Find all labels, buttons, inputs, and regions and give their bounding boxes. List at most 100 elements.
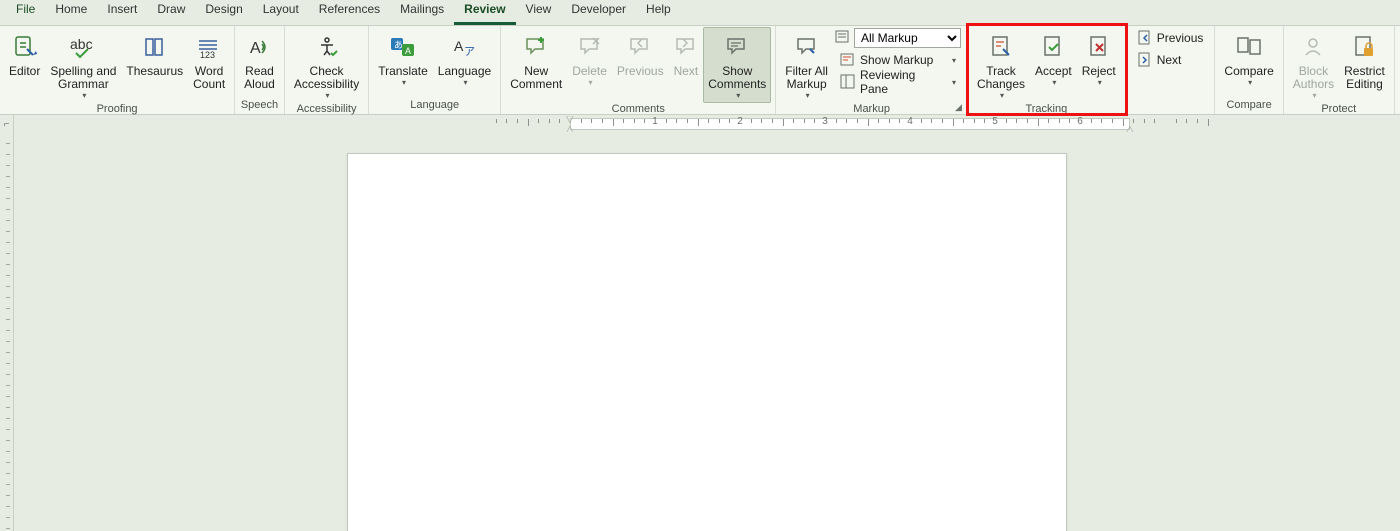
group-protect: Block Authors ▾ Restrict Editing Protect: [1284, 26, 1395, 114]
show-comments-button[interactable]: Show Comments ▾: [703, 27, 771, 103]
language-button[interactable]: Aア Language ▾: [433, 27, 496, 90]
previous-comment-label: Previous: [617, 65, 664, 78]
chevron-down-icon: ▾: [1248, 78, 1252, 87]
tab-references[interactable]: References: [309, 0, 390, 25]
check-accessibility-label: Check Accessibility: [294, 65, 359, 91]
next-change-button[interactable]: Next: [1132, 49, 1209, 71]
tab-insert[interactable]: Insert: [97, 0, 147, 25]
thesaurus-button[interactable]: Thesaurus: [121, 27, 188, 81]
show-markup-icon: [840, 52, 856, 68]
workspace: [0, 133, 1400, 531]
track-changes-button[interactable]: Track Changes ▾: [972, 27, 1030, 103]
new-comment-label: New Comment: [510, 65, 562, 91]
tab-layout[interactable]: Layout: [253, 0, 309, 25]
chevron-down-icon: ▾: [82, 91, 86, 100]
reject-icon: [1087, 30, 1111, 64]
translate-button[interactable]: あA Translate ▾: [373, 27, 433, 90]
tab-developer[interactable]: Developer: [561, 0, 636, 25]
display-markup-icon: [835, 29, 851, 48]
delete-comment-button: Delete ▾: [567, 27, 612, 90]
ruler-corner: ⌐: [0, 115, 14, 133]
chevron-down-icon: ▾: [1052, 78, 1056, 87]
restrict-editing-icon: [1352, 30, 1376, 64]
wordcount-label: Word Count: [193, 65, 225, 91]
group-tracking: Track Changes ▾ Accept ▾ Reject ▾ Tracki…: [968, 26, 1126, 114]
compare-label: Compare: [1224, 65, 1273, 78]
word-count-button[interactable]: 123 Word Count: [188, 27, 230, 94]
read-aloud-icon: A: [248, 30, 272, 64]
previous-comment-button: Previous: [612, 27, 669, 81]
accept-button[interactable]: Accept ▾: [1030, 27, 1077, 90]
group-accessibility: Check Accessibility ▾ Accessibility: [285, 26, 369, 114]
restrict-editing-label: Restrict Editing: [1344, 65, 1385, 91]
tab-help[interactable]: Help: [636, 0, 681, 25]
compare-button[interactable]: Compare ▾: [1219, 27, 1278, 90]
language-label: Language: [438, 65, 491, 78]
svg-text:ア: ア: [464, 46, 475, 58]
previous-change-label: Previous: [1157, 31, 1204, 45]
group-label-speech: Speech: [235, 99, 284, 114]
reviewing-pane-button[interactable]: Reviewing Pane: [835, 71, 947, 93]
track-changes-label: Track Changes: [977, 65, 1025, 91]
chevron-down-icon: ▾: [1098, 78, 1102, 87]
tab-review[interactable]: Review: [454, 0, 515, 25]
svg-text:A: A: [250, 40, 261, 57]
svg-text:123: 123: [200, 50, 215, 59]
document-area[interactable]: [14, 133, 1400, 531]
tab-design[interactable]: Design: [195, 0, 252, 25]
translate-icon: あA: [390, 30, 416, 64]
block-authors-button: Block Authors ▾: [1288, 27, 1339, 103]
ribbon-tabs: File Home Insert Draw Design Layout Refe…: [0, 0, 1400, 26]
check-accessibility-button[interactable]: Check Accessibility ▾: [289, 27, 364, 103]
restrict-editing-button[interactable]: Restrict Editing: [1339, 27, 1390, 94]
svg-text:A: A: [454, 38, 464, 54]
group-label-compare: Compare: [1215, 99, 1282, 114]
markup-dialog-launcher[interactable]: ◢: [955, 102, 965, 112]
read-aloud-label: Read Aloud: [244, 65, 275, 91]
accept-icon: [1041, 30, 1065, 64]
reject-label: Reject: [1082, 65, 1116, 78]
group-comments: New Comment Delete ▾ Previous Next: [501, 26, 776, 114]
read-aloud-button[interactable]: A Read Aloud: [239, 27, 280, 94]
tab-view[interactable]: View: [516, 0, 562, 25]
tab-file[interactable]: File: [6, 0, 45, 25]
tab-draw[interactable]: Draw: [147, 0, 195, 25]
vertical-ruler[interactable]: [0, 133, 14, 531]
filter-all-markup-label: Filter All Markup: [785, 65, 828, 91]
svg-text:A: A: [405, 46, 411, 56]
ribbon: Editor abc Spelling and Grammar ▾ Thesau…: [0, 26, 1400, 115]
block-authors-label: Block Authors: [1293, 65, 1334, 91]
document-page[interactable]: [347, 153, 1067, 531]
previous-change-button[interactable]: Previous: [1132, 27, 1209, 49]
reviewing-pane-icon: [840, 74, 856, 90]
accept-label: Accept: [1035, 65, 1072, 78]
thesaurus-icon: [143, 30, 167, 64]
editor-label: Editor: [9, 65, 40, 78]
delete-comment-icon: [578, 30, 602, 64]
horizontal-ruler[interactable]: 123456▽△△: [14, 116, 1400, 132]
chevron-down-icon: ▾: [463, 78, 467, 87]
translate-label: Translate: [378, 65, 428, 78]
spelling-grammar-button[interactable]: abc Spelling and Grammar ▾: [45, 27, 121, 103]
chevron-down-icon: ▾: [326, 91, 330, 100]
compare-icon: [1236, 30, 1262, 64]
filter-all-markup-button[interactable]: Filter All Markup ▾: [780, 27, 833, 103]
tab-mailings[interactable]: Mailings: [390, 0, 454, 25]
show-comments-icon: [725, 30, 749, 64]
group-markup: Filter All Markup ▾ All Markup Show M: [776, 26, 968, 114]
tab-home[interactable]: Home: [45, 0, 97, 25]
spelling-label: Spelling and Grammar: [50, 65, 116, 91]
next-change-label: Next: [1157, 53, 1182, 67]
spelling-icon: abc: [68, 30, 98, 64]
display-for-review-select[interactable]: All Markup: [854, 28, 961, 48]
reject-button[interactable]: Reject ▾: [1077, 27, 1121, 90]
group-speech: A Read Aloud Speech: [235, 26, 285, 114]
show-comments-label: Show Comments: [708, 65, 766, 91]
track-changes-icon: [989, 30, 1013, 64]
accessibility-icon: [315, 30, 339, 64]
next-comment-button: Next: [669, 27, 704, 81]
svg-text:abc: abc: [70, 36, 93, 52]
reviewing-pane-dropdown[interactable]: ▾: [947, 71, 961, 93]
new-comment-button[interactable]: New Comment: [505, 27, 567, 94]
editor-button[interactable]: Editor: [4, 27, 45, 81]
